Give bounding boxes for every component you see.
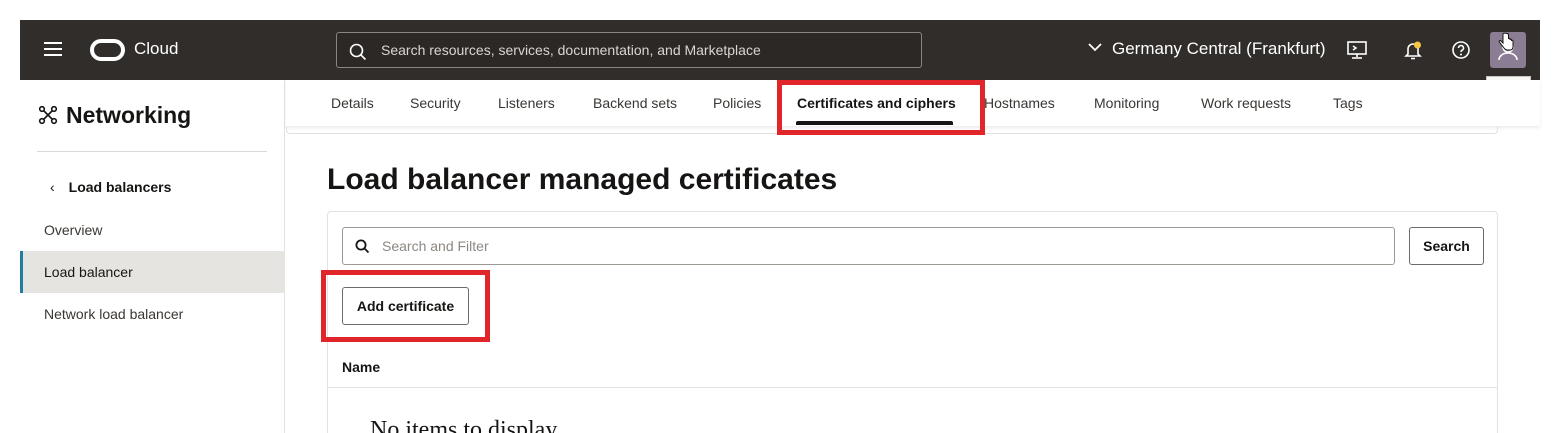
highlight-add-certificate-button <box>321 270 490 342</box>
cloud-shell-icon[interactable] <box>1346 39 1368 61</box>
oracle-logo[interactable] <box>90 39 125 61</box>
top-navigation-bar: Cloud Search resources, services, docume… <box>20 20 1540 80</box>
tab-listeners[interactable]: Listeners <box>498 95 555 111</box>
hand-cursor-icon <box>1498 32 1514 51</box>
sidebar-item-network-load-balancer[interactable]: Network load balancer <box>20 293 285 335</box>
tab-monitoring[interactable]: Monitoring <box>1094 95 1159 111</box>
global-search-placeholder: Search resources, services, documentatio… <box>381 42 761 58</box>
brand-label[interactable]: Cloud <box>134 39 178 59</box>
search-icon <box>355 239 370 254</box>
page-title: Load balancer managed certificates <box>327 163 838 196</box>
search-button[interactable]: Search <box>1409 227 1484 265</box>
sidebar-item-load-balancer[interactable]: Load balancer <box>20 251 285 293</box>
tab-details[interactable]: Details <box>331 95 374 111</box>
sidebar-title-label: Networking <box>66 102 192 128</box>
tab-security[interactable]: Security <box>410 95 461 111</box>
chevron-left-icon: ‹ <box>50 179 55 195</box>
column-header-name[interactable]: Name <box>342 359 380 375</box>
sidebar-title: Networking <box>38 102 191 129</box>
tab-tags[interactable]: Tags <box>1333 95 1363 111</box>
menu-icon[interactable] <box>44 42 62 56</box>
region-selector[interactable]: Germany Central (Frankfurt) <box>1088 39 1326 59</box>
tab-backend-sets[interactable]: Backend sets <box>593 95 677 111</box>
global-search-input[interactable]: Search resources, services, documentatio… <box>336 32 922 68</box>
tab-hostnames[interactable]: Hostnames <box>984 95 1055 111</box>
highlight-certificates-tab <box>777 80 985 135</box>
tab-work-requests[interactable]: Work requests <box>1201 95 1291 111</box>
tab-policies[interactable]: Policies <box>713 95 761 111</box>
networking-icon <box>38 105 58 125</box>
help-icon[interactable] <box>1450 39 1472 61</box>
search-and-filter-input[interactable]: Search and Filter <box>342 227 1395 265</box>
back-to-load-balancers-link[interactable]: ‹ Load balancers <box>50 179 171 195</box>
chevron-down-icon <box>1088 43 1102 52</box>
region-label: Germany Central (Frankfurt) <box>1112 39 1326 58</box>
left-sidebar: Networking ‹ Load balancers Overview Load… <box>20 80 285 433</box>
search-icon <box>349 43 367 61</box>
table-header-divider <box>328 387 1497 388</box>
bell-icon[interactable] <box>1402 39 1424 61</box>
empty-state-message: No items to display <box>370 417 558 433</box>
sidebar-divider <box>37 151 267 152</box>
back-link-label: Load balancers <box>68 179 172 195</box>
sidebar-item-overview[interactable]: Overview <box>20 209 285 251</box>
filter-placeholder: Search and Filter <box>382 238 489 254</box>
